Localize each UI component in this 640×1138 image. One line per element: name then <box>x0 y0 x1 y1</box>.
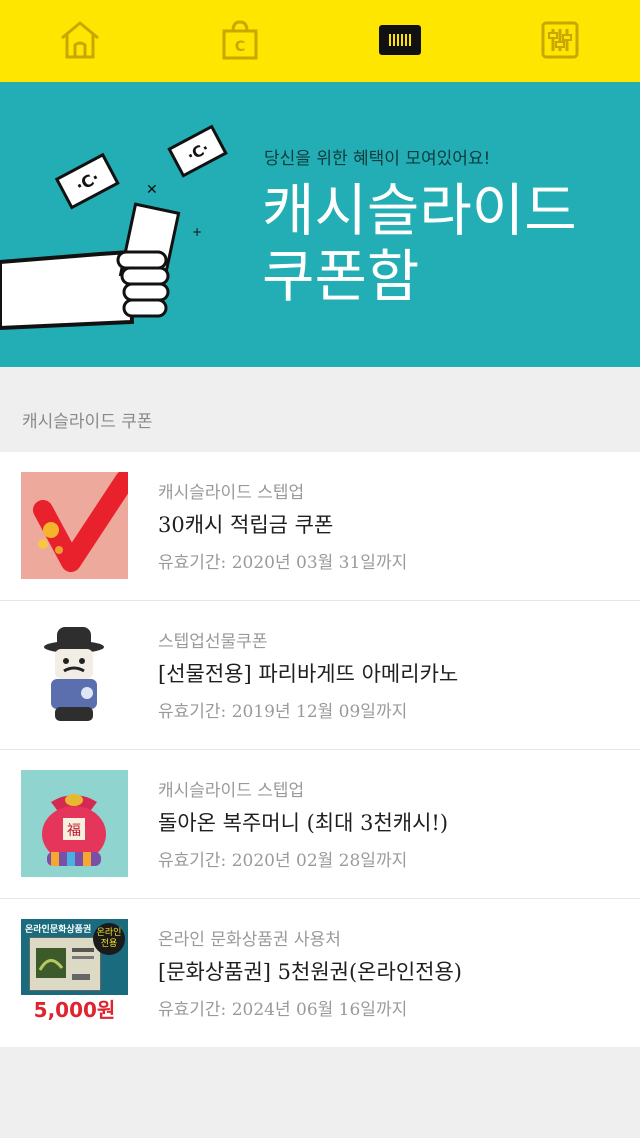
coupon-category: 온라인 문화상품권 사용처 <box>158 930 341 950</box>
svg-text:C: C <box>235 39 245 55</box>
gift-card-header: 온라인문화상품권 <box>25 925 92 935</box>
coupon-info: 캐시슬라이드 스텝업 돌아온 복주머니 (최대 3천캐시!) 유효기간: 202… <box>158 776 448 871</box>
coupon-expiry: 유효기간: 2024년 06월 16일까지 <box>158 1000 408 1020</box>
banner-subtitle: 당신을 위한 혜택이 모여있어요! <box>264 149 491 169</box>
banner-title-line1: 캐시슬라이드 <box>262 178 577 244</box>
shopping-bag-icon[interactable]: C <box>218 18 262 62</box>
gift-card-ticket <box>29 937 101 991</box>
coupon-category: 캐시슬라이드 스텝업 <box>158 781 305 801</box>
coupon-name: [문화상품권] 5천원권(온라인전용) <box>158 960 462 984</box>
section-label: 캐시슬라이드 쿠폰 <box>22 412 153 432</box>
coupon-name: [선물전용] 파리바게뜨 아메리카노 <box>158 662 459 686</box>
coupon-expiry: 유효기간: 2020년 03월 31일까지 <box>158 553 408 573</box>
coupon-name: 30캐시 적립금 쿠폰 <box>158 513 334 537</box>
coupon-box-icon[interactable] <box>378 18 422 62</box>
coffee-cup-character-image <box>21 621 128 728</box>
coupon-list: 캐시슬라이드 스텝업 30캐시 적립금 쿠폰 유효기간: 2020년 03월 3… <box>0 452 640 1047</box>
gift-card-image: 온라인문화상품권 온라인 전용 5,000원 <box>21 919 128 1026</box>
coupon-category: 스텝업선물쿠폰 <box>158 632 268 652</box>
coupon-info: 캐시슬라이드 스텝업 30캐시 적립금 쿠폰 유효기간: 2020년 03월 3… <box>158 478 407 573</box>
online-only-badge: 온라인 전용 <box>93 923 125 955</box>
coupon-item[interactable]: 온라인문화상품권 온라인 전용 5,000원 온라인 문화상품권 사용처 [문화… <box>0 899 640 1047</box>
gift-card-price: 5,000원 <box>21 995 128 1026</box>
coupon-name: 돌아온 복주머니 (최대 3천캐시!) <box>158 811 449 835</box>
svg-text:+: + <box>192 225 202 239</box>
coupon-item[interactable]: 캐시슬라이드 스텝업 30캐시 적립금 쿠폰 유효기간: 2020년 03월 3… <box>0 452 640 601</box>
red-v-checkmark-image <box>21 472 128 579</box>
coupon-expiry: 유효기간: 2020년 02월 28일까지 <box>158 851 408 871</box>
home-icon[interactable] <box>58 18 102 62</box>
coupon-banner: ·C· ·C· ✕ + 당신을 위한 혜택이 모여있어요! 캐시슬라이드 쿠폰함 <box>0 82 640 367</box>
coupon-expiry: 유효기간: 2019년 12월 09일까지 <box>158 702 408 722</box>
top-nav-bar: C <box>0 0 640 82</box>
coupon-item[interactable]: 스텝업선물쿠폰 [선물전용] 파리바게뜨 아메리카노 유효기간: 2019년 1… <box>0 601 640 750</box>
svg-text:✕: ✕ <box>146 182 158 198</box>
svg-text:福: 福 <box>67 823 81 839</box>
coupon-item[interactable]: 福 캐시슬라이드 스텝업 돌아온 복주머니 (최대 3천캐시!) 유효기간: 2… <box>0 750 640 899</box>
settings-sliders-icon[interactable] <box>538 18 582 62</box>
banner-title-line2: 쿠폰함 <box>262 244 420 310</box>
lucky-pouch-image: 福 <box>21 770 128 877</box>
banner-title: 캐시슬라이드 쿠폰함 <box>262 178 577 310</box>
coupon-info: 스텝업선물쿠폰 [선물전용] 파리바게뜨 아메리카노 유효기간: 2019년 1… <box>158 627 458 722</box>
coupon-info: 온라인 문화상품권 사용처 [문화상품권] 5천원권(온라인전용) 유효기간: … <box>158 925 462 1020</box>
hand-holding-cash-illustration: ·C· ·C· ✕ + <box>0 124 228 331</box>
coupon-category: 캐시슬라이드 스텝업 <box>158 483 305 503</box>
